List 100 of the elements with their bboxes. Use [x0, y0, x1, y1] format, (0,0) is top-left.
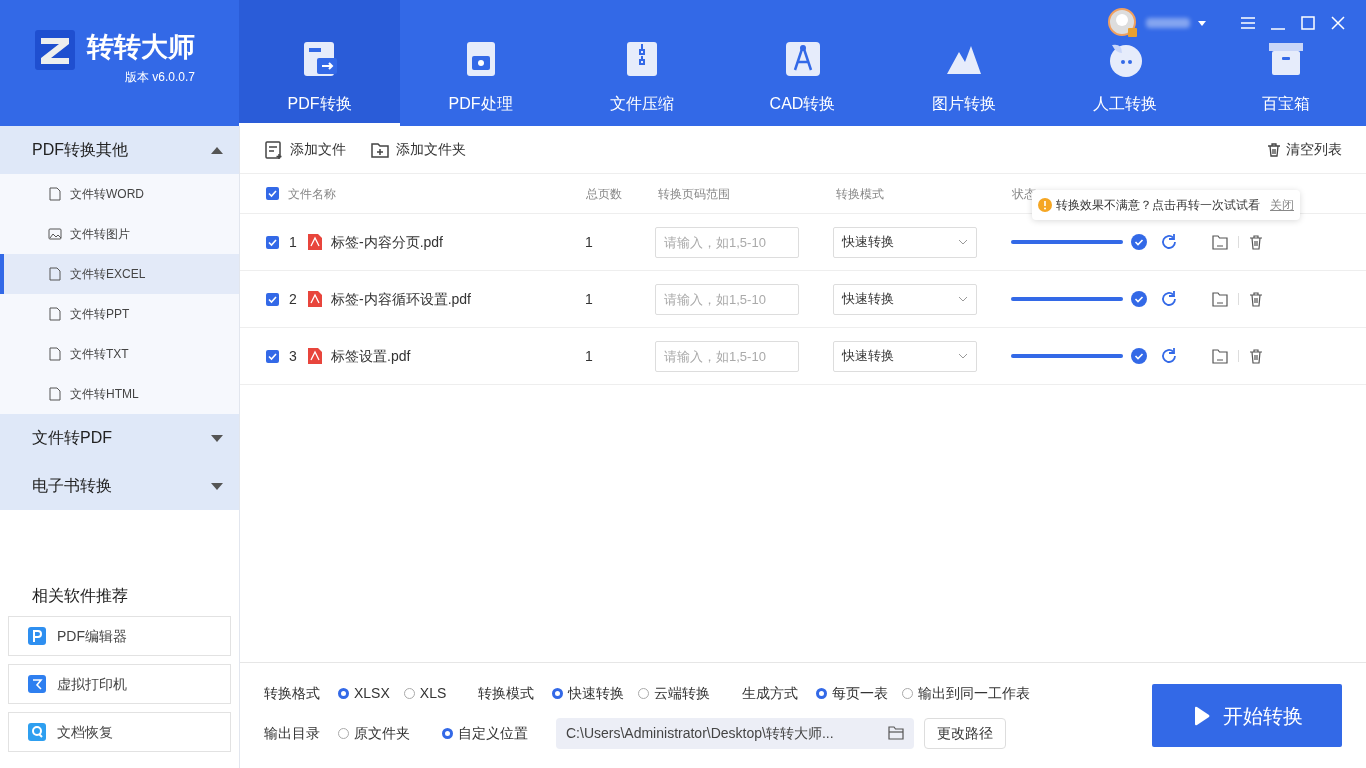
- check-circle-icon: [1131, 291, 1147, 307]
- radio-option[interactable]: 原文件夹: [338, 722, 410, 744]
- sidebar-item[interactable]: 文件转图片: [0, 214, 239, 254]
- row-checkbox[interactable]: [266, 235, 279, 249]
- nav-tab[interactable]: 图片转换: [883, 0, 1044, 126]
- file-icon: [48, 387, 62, 401]
- nav-tab[interactable]: 文件压缩: [561, 0, 722, 126]
- add-file-icon: [264, 139, 284, 160]
- nav-tab[interactable]: 人工转换: [1044, 0, 1205, 126]
- folder-icon[interactable]: [1212, 291, 1228, 307]
- add-file-button[interactable]: 添加文件: [264, 139, 346, 160]
- select-all-checkbox[interactable]: [266, 187, 279, 200]
- chevron-down-icon: [958, 239, 968, 245]
- radio-option[interactable]: 输出到同一工作表: [902, 682, 1031, 704]
- menu-icon[interactable]: [1240, 15, 1256, 31]
- retry-icon[interactable]: [1160, 347, 1178, 365]
- nav-tab[interactable]: 百宝箱: [1205, 0, 1366, 126]
- page-range-input[interactable]: 请输入，如1,5-10: [655, 283, 799, 315]
- nav-tab[interactable]: CAD转换: [722, 0, 883, 126]
- start-button[interactable]: 开始转换: [1152, 684, 1342, 747]
- page-count: 1: [585, 289, 594, 309]
- avatar-icon[interactable]: [1108, 8, 1138, 38]
- row-checkbox[interactable]: [266, 292, 279, 306]
- change-path-button[interactable]: 更改路径: [924, 717, 1006, 749]
- sidebar-item[interactable]: 文件转PPT: [0, 294, 239, 334]
- chevron-down-icon: [958, 353, 968, 359]
- pdf-file-icon: [307, 290, 323, 308]
- mode-dropdown[interactable]: 快速转换: [833, 226, 977, 258]
- tooltip-text: 转换效果不满意？点击再转一次试试看: [1056, 197, 1260, 214]
- file-icon: [48, 187, 62, 201]
- page-range-input[interactable]: 请输入，如1,5-10: [655, 226, 799, 258]
- close-link[interactable]: 关闭: [1270, 196, 1294, 214]
- nav-tab[interactable]: PDF处理: [400, 0, 561, 126]
- caret-icon: [211, 482, 223, 490]
- caret-icon[interactable]: [1198, 20, 1206, 26]
- mode-dropdown[interactable]: 快速转换: [833, 283, 977, 315]
- page-range-input[interactable]: 请输入，如1,5-10: [655, 340, 799, 372]
- pdf-file-icon: [307, 233, 323, 251]
- printer-app-icon: [28, 675, 46, 693]
- option-label: 生成方式: [742, 683, 799, 703]
- maximize-icon[interactable]: [1300, 15, 1316, 31]
- check-circle-icon: [1131, 234, 1147, 250]
- radio-option[interactable]: XLSX: [338, 682, 390, 704]
- option-label: 转换模式: [478, 683, 535, 703]
- radio-option[interactable]: 自定义位置: [442, 722, 528, 744]
- sidebar-group[interactable]: PDF转换其他: [0, 126, 239, 174]
- app-logo-icon: [35, 30, 75, 70]
- trash-icon[interactable]: [1249, 291, 1263, 307]
- column-header: 总页数: [586, 185, 623, 203]
- sidebar-group[interactable]: 电子书转换: [0, 462, 239, 510]
- radio-option[interactable]: 云端转换: [638, 682, 711, 704]
- check-circle-icon: [1131, 348, 1147, 364]
- folder-icon[interactable]: [888, 726, 904, 740]
- file-icon: [48, 347, 62, 361]
- column-header: 转换模式: [836, 185, 885, 203]
- radio-option[interactable]: 每页一表: [816, 682, 889, 704]
- radio-option[interactable]: 快速转换: [552, 682, 625, 704]
- caret-icon: [211, 146, 223, 154]
- file-icon: [48, 267, 62, 281]
- trash-icon[interactable]: [1249, 348, 1263, 364]
- path-field[interactable]: C:\Users\Administrator\Desktop\转转大师...: [556, 717, 914, 749]
- blurred-username: [1146, 18, 1190, 28]
- row-number: 1: [289, 232, 298, 252]
- page-count: 1: [585, 232, 594, 252]
- mode-dropdown[interactable]: 快速转换: [833, 340, 977, 372]
- app-version: 版本 v6.0.0.7: [124, 69, 195, 86]
- retry-icon[interactable]: [1160, 290, 1178, 308]
- add-folder-button[interactable]: 添加文件夹: [370, 139, 466, 160]
- sidebar-item[interactable]: 文件转TXT: [0, 334, 239, 374]
- retry-icon[interactable]: [1160, 233, 1178, 251]
- trash-icon: [1266, 141, 1282, 158]
- row-checkbox[interactable]: [266, 349, 279, 363]
- folder-icon[interactable]: [1212, 234, 1228, 250]
- sidebar-item[interactable]: 文件转EXCEL: [0, 254, 239, 294]
- nav-tab[interactable]: PDF转换: [239, 0, 400, 126]
- clear-list-button[interactable]: 清空列表: [1266, 139, 1342, 160]
- file-icon: [48, 307, 62, 321]
- sidebar-group[interactable]: 文件转PDF: [0, 414, 239, 462]
- sidebar-item[interactable]: 文件转WORD: [0, 174, 239, 214]
- app-recommendation[interactable]: PDF编辑器: [8, 616, 231, 656]
- recovery-app-icon: [28, 723, 46, 741]
- compass-icon: [783, 40, 822, 78]
- app-recommendation[interactable]: 文档恢复: [8, 712, 231, 752]
- page-count: 1: [585, 346, 594, 366]
- sidebar-item[interactable]: 文件转HTML: [0, 374, 239, 414]
- option-label: 转换格式: [264, 683, 320, 703]
- close-icon[interactable]: [1330, 15, 1346, 31]
- trash-icon[interactable]: [1249, 234, 1263, 250]
- radio-option[interactable]: XLS: [403, 682, 447, 704]
- folder-icon[interactable]: [1212, 348, 1228, 364]
- file-name: 标签-内容分页.pdf: [331, 232, 444, 252]
- storage-box-icon: [1266, 40, 1305, 78]
- section-title: 相关软件推荐: [31, 586, 129, 606]
- row-number: 3: [289, 346, 298, 366]
- file-name: 标签设置.pdf: [331, 346, 412, 366]
- app-name: 转转大师: [87, 31, 195, 64]
- caret-icon: [211, 434, 223, 442]
- column-header: 转换页码范围: [658, 185, 731, 203]
- app-recommendation[interactable]: 虚拟打印机: [8, 664, 231, 704]
- column-header: 文件名称: [288, 185, 337, 203]
